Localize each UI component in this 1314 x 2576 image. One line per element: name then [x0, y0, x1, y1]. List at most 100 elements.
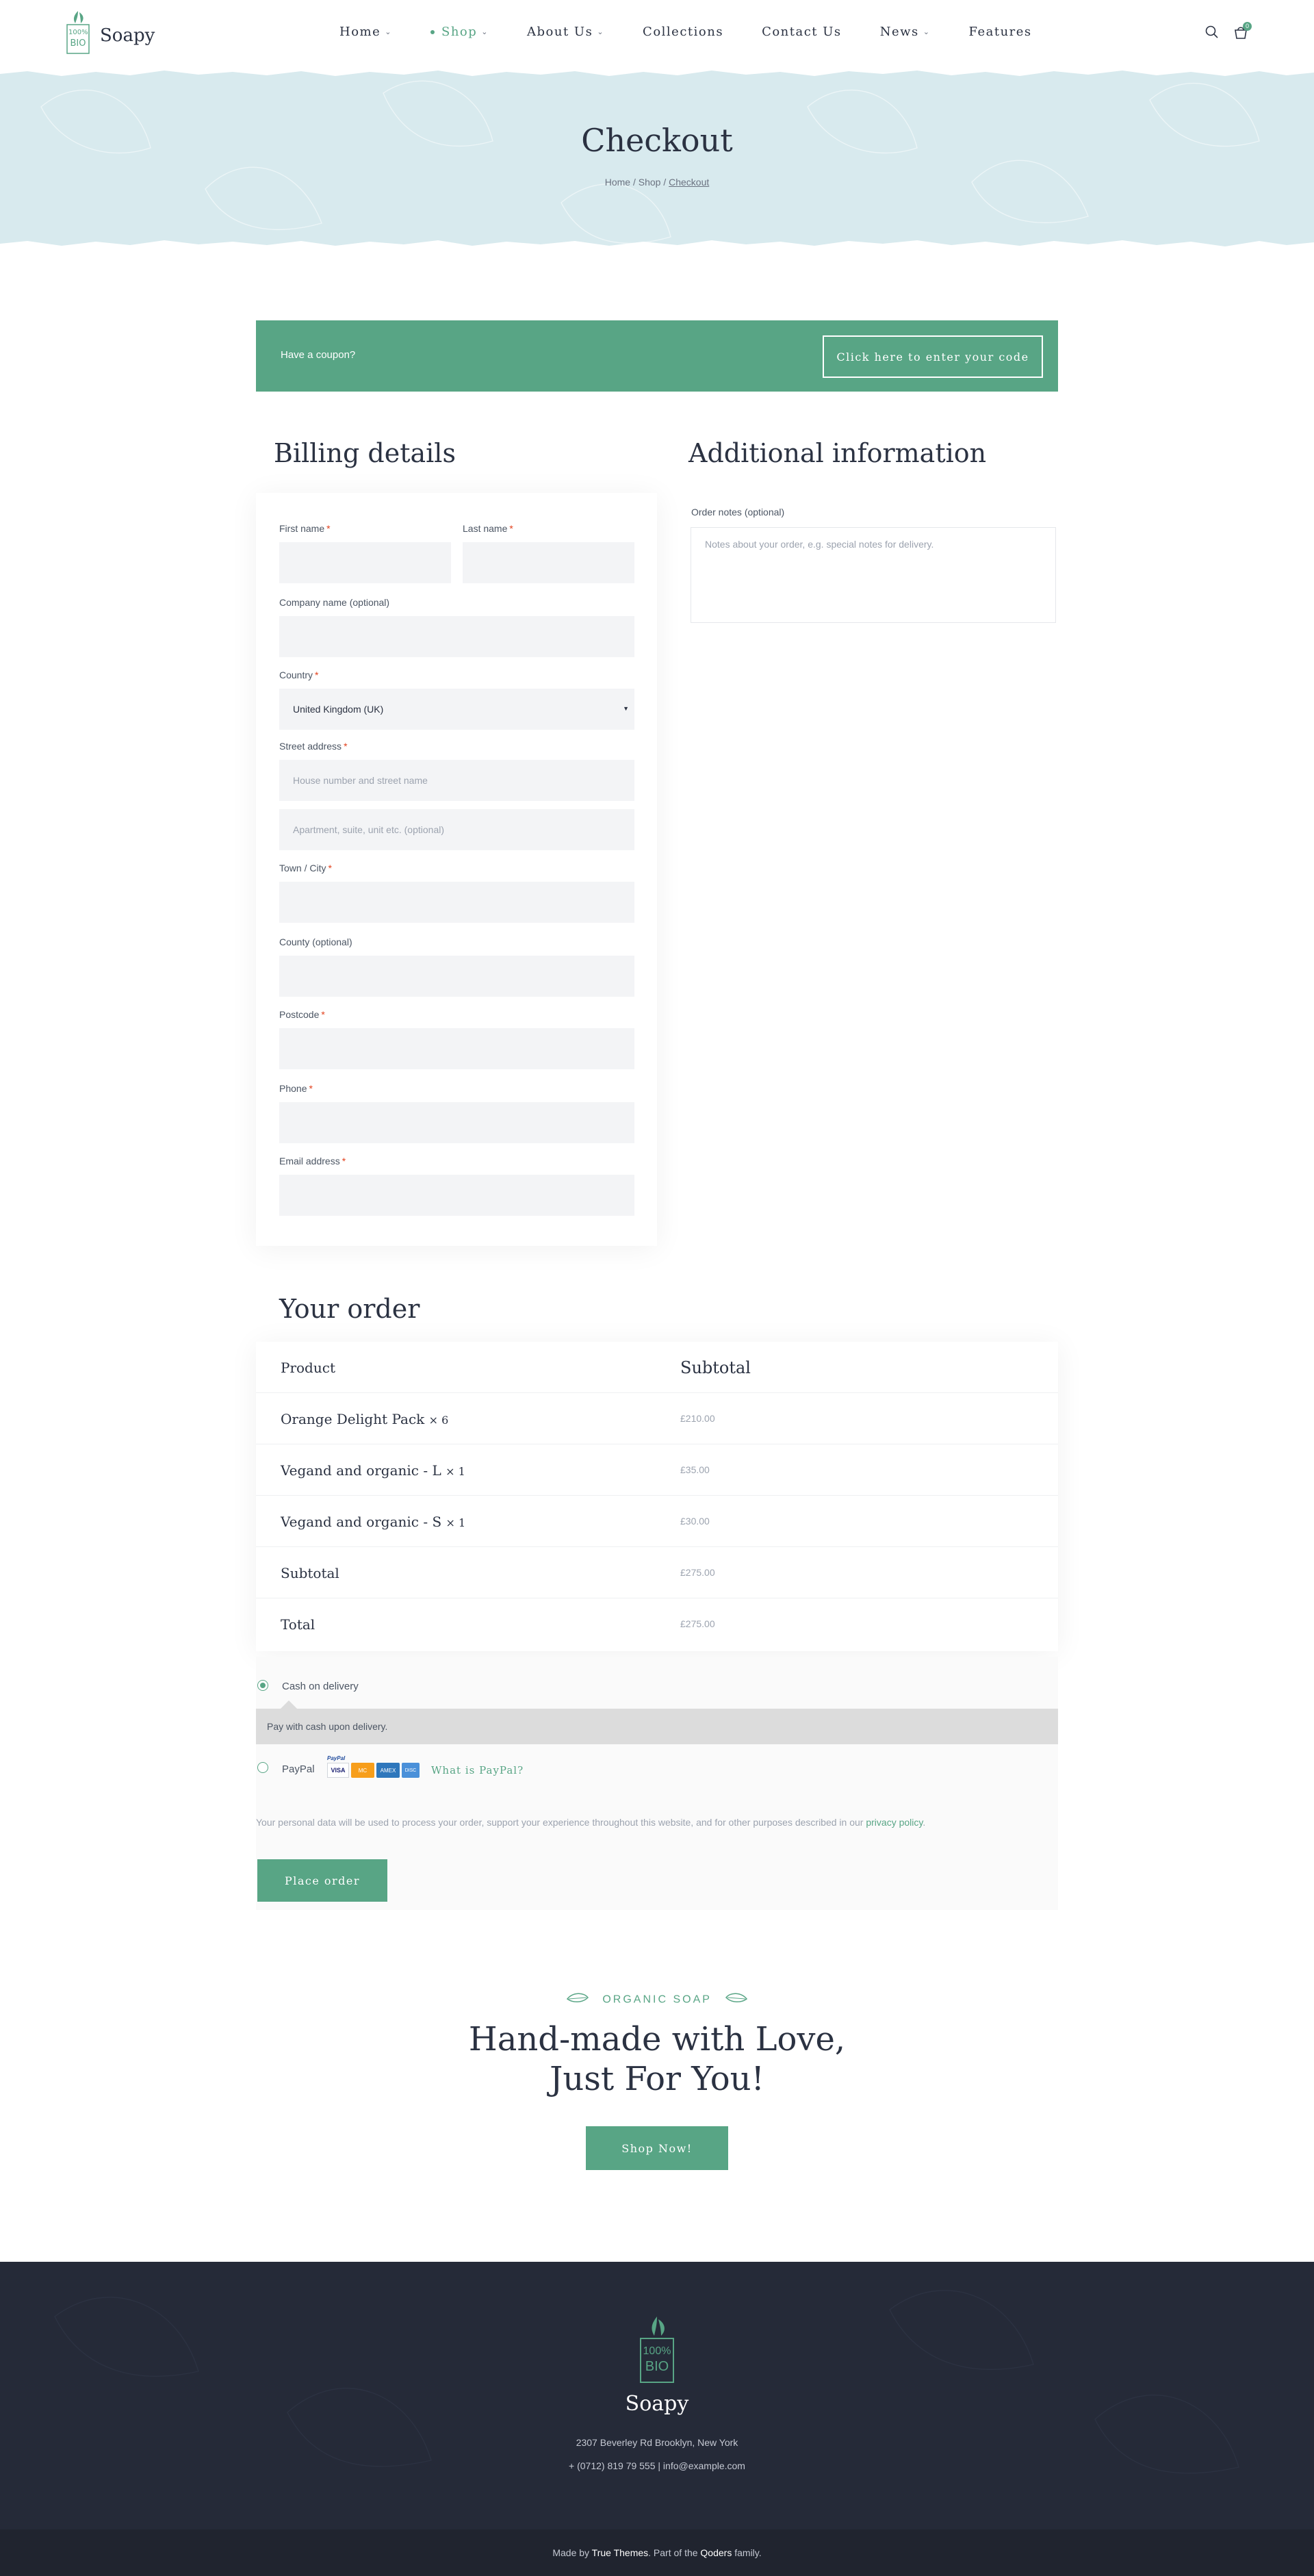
visa-icon: VISA [327, 1763, 349, 1778]
your-order-title: Your order [279, 1294, 420, 1324]
subtotal-label: Subtotal [281, 1565, 339, 1581]
nav-about-label: About Us [527, 25, 593, 39]
company-field[interactable] [279, 616, 634, 657]
promo-kicker-text: ORGANIC SOAP [602, 1993, 712, 2006]
required-mark: * [326, 523, 331, 534]
nav-features-label: Features [968, 25, 1032, 39]
product-name-text: Vegand and organic - S [281, 1514, 442, 1530]
postcode-label: Postcode * [279, 1009, 325, 1020]
country-label: Country * [279, 669, 318, 680]
mastercard-icon: MC [351, 1763, 374, 1778]
nav-collections-label: Collections [643, 25, 724, 39]
search-icon[interactable] [1204, 25, 1221, 41]
nav-home[interactable]: Home ⌄ [339, 25, 392, 39]
promo-title-line-2: Just For You! [550, 2060, 764, 2098]
footer-badge-bottom: BIO [645, 2359, 669, 2374]
page-title: Checkout [581, 122, 733, 159]
first-name-field[interactable] [279, 542, 451, 583]
town-label-text: Town / City [279, 863, 326, 873]
coupon-text: Have a coupon? [281, 349, 356, 361]
product-price: £35.00 [680, 1464, 710, 1475]
town-field[interactable] [279, 882, 634, 923]
table-row: Orange Delight Pack × 6 £210.00 [256, 1393, 1058, 1444]
enter-coupon-button[interactable]: Click here to enter your code [823, 335, 1043, 378]
phone-field[interactable] [279, 1102, 634, 1143]
cart-count-badge: 0 [1243, 22, 1252, 31]
required-mark: * [309, 1083, 313, 1094]
email-label: Email address * [279, 1156, 346, 1166]
nav-news[interactable]: News ⌄ [880, 25, 931, 39]
last-name-field[interactable] [463, 542, 634, 583]
nav-contact-us[interactable]: Contact Us [762, 25, 842, 39]
company-label: Company name (optional) [279, 597, 390, 608]
nav-features[interactable]: Features [968, 25, 1031, 39]
county-field[interactable] [279, 956, 634, 997]
county-label: County (optional) [279, 936, 352, 947]
country-label-text: Country [279, 669, 313, 680]
required-mark: * [342, 1156, 346, 1166]
last-name-label-text: Last name [463, 523, 508, 534]
subtotal-column-header: Subtotal [680, 1358, 751, 1377]
breadcrumb: Home / Shop / Checkout [0, 177, 1314, 188]
site-header: 100% BIO Soapy Home ⌄ Shop ⌄ About Us ⌄ Col… [0, 0, 1314, 70]
product-column-header: Product [281, 1360, 335, 1376]
leaf-icon [725, 1992, 748, 2008]
shop-now-button[interactable]: Shop Now! [586, 2126, 728, 2170]
nav-about-us[interactable]: About Us ⌄ [527, 25, 604, 39]
product-price: £210.00 [680, 1413, 715, 1424]
paypal-radio[interactable] [257, 1762, 268, 1773]
privacy-notice: Your personal data will be used to proce… [256, 1817, 925, 1828]
breadcrumb-shop[interactable]: Shop [639, 177, 661, 188]
coupon-banner: Have a coupon? Click here to enter your … [256, 320, 1058, 392]
privacy-policy-link[interactable]: privacy policy [866, 1817, 923, 1828]
caret-down-icon: ▼ [623, 705, 629, 712]
product-name: Orange Delight Pack × 6 [281, 1411, 448, 1427]
chevron-down-icon: ⌄ [481, 27, 489, 36]
billing-form: First name * Last name * Company name (opt… [256, 493, 657, 1246]
true-themes-link[interactable]: True Themes [592, 2547, 648, 2558]
first-name-label: First name * [279, 523, 331, 534]
cart-icon[interactable]: 0 [1233, 22, 1252, 41]
email-label-text: Email address [279, 1156, 340, 1166]
subtotal-value: £275.00 [680, 1567, 715, 1578]
bio-badge-icon: 100% BIO [63, 8, 93, 56]
qoders-link[interactable]: Qoders [700, 2547, 732, 2558]
email-field[interactable] [279, 1175, 634, 1216]
nav-news-label: News [879, 25, 919, 39]
total-value: £275.00 [680, 1618, 715, 1629]
product-name: Vegand and organic - S × 1 [281, 1514, 465, 1530]
product-name: Vegand and organic - L × 1 [281, 1462, 465, 1479]
country-select[interactable]: United Kingdom (UK) ▼ [279, 689, 634, 730]
cod-description: Pay with cash upon delivery. [256, 1700, 1058, 1744]
footer-badge-top: 100% [643, 2345, 671, 2357]
paypal-label[interactable]: PayPal [282, 1763, 315, 1775]
privacy-end: . [923, 1817, 926, 1828]
product-qty: × 6 [428, 1414, 449, 1427]
nav-collections[interactable]: Collections [643, 25, 723, 39]
site-footer: 100% BIO Soapy 2307 Beverley Rd Brooklyn… [0, 2262, 1314, 2576]
cod-label[interactable]: Cash on delivery [282, 1681, 359, 1692]
cod-radio[interactable] [257, 1680, 268, 1691]
order-notes-textarea[interactable]: Notes about your order, e.g. special not… [691, 527, 1056, 623]
product-price: £30.00 [680, 1516, 710, 1527]
postcode-field[interactable] [279, 1028, 634, 1069]
required-mark: * [328, 863, 332, 873]
what-is-paypal-link[interactable]: What is PayPal? [431, 1764, 524, 1776]
footer-contact: + (0712) 819 79 555 | info@example.com [569, 2460, 745, 2471]
site-logo[interactable]: 100% BIO Soapy [63, 8, 155, 56]
payment-card-logos: PayPal VISA MC AMEX DISC [327, 1755, 420, 1778]
phone-label-text: Phone [279, 1083, 307, 1094]
breadcrumb-home[interactable]: Home [605, 177, 630, 188]
family-text: family. [734, 2547, 762, 2558]
footer-credits: Made by True Themes. Part of the Qoders … [0, 2529, 1314, 2576]
billing-title: Billing details [274, 438, 456, 468]
street-address-1-field[interactable]: House number and street name [279, 760, 634, 801]
place-order-button[interactable]: Place order [257, 1859, 387, 1902]
footer-bio-badge-icon: 100% BIO [634, 2314, 680, 2385]
order-table-header: Product Subtotal [256, 1342, 1058, 1393]
country-value: United Kingdom (UK) [293, 704, 384, 715]
nav-shop[interactable]: Shop ⌄ [430, 25, 489, 39]
product-name-text: Orange Delight Pack [281, 1411, 425, 1427]
street-address-2-field[interactable]: Apartment, suite, unit etc. (optional) [279, 809, 634, 850]
nav-home-label: Home [339, 25, 381, 39]
